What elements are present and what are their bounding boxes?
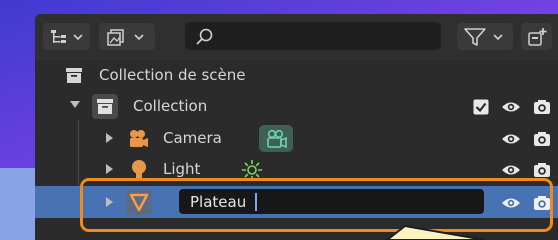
collection-icon: [97, 99, 113, 114]
light-row[interactable]: Light: [35, 154, 558, 185]
camera-row[interactable]: Camera: [35, 123, 558, 154]
eye-icon[interactable]: [500, 194, 522, 212]
new-collection-button[interactable]: [521, 23, 552, 50]
callout-bubble: [385, 224, 486, 240]
camera-render-icon[interactable]: [532, 130, 552, 148]
scene-collection-row[interactable]: Collection de scène: [35, 60, 558, 91]
search-input[interactable]: [223, 25, 437, 49]
light-toggles: [500, 159, 552, 181]
plateau-row[interactable]: Plateau: [35, 186, 558, 218]
filter-funnel-icon: [464, 27, 503, 46]
outliner-panel: Collection de scène Collection Camera Li…: [35, 14, 558, 240]
rename-input-text[interactable]: Plateau: [190, 193, 246, 211]
camera-data-icon: [267, 129, 287, 149]
search-field[interactable]: [185, 22, 441, 50]
filter-view-dropdown[interactable]: [99, 23, 155, 50]
camera-toggles: [500, 128, 552, 150]
light-label: Light: [163, 160, 201, 178]
light-data-icon[interactable]: [241, 159, 263, 181]
eye-icon[interactable]: [500, 98, 522, 116]
collection-toggles: [472, 96, 552, 118]
display-mode-dropdown[interactable]: [43, 23, 90, 50]
display-mode-icon: [50, 29, 83, 43]
new-collection-icon: [527, 27, 546, 46]
search-icon: [196, 28, 213, 45]
collection-label: Collection: [133, 97, 208, 115]
collection-row[interactable]: Collection: [35, 91, 558, 122]
scene-collection-label: Collection de scène: [99, 66, 246, 84]
scene-collection-icon: [66, 68, 82, 83]
eye-icon[interactable]: [500, 161, 522, 179]
camera-render-icon[interactable]: [532, 194, 552, 212]
rename-field[interactable]: Plateau: [179, 189, 484, 214]
camera-render-icon[interactable]: [532, 98, 552, 116]
mesh-object-icon: [129, 193, 149, 212]
light-object-icon: [132, 160, 146, 178]
filter-popover-button[interactable]: [457, 23, 513, 50]
expand-light-icon[interactable]: [106, 164, 113, 174]
camera-label: Camera: [163, 129, 222, 147]
outliner-header: [35, 14, 558, 60]
checkbox-icon[interactable]: [472, 98, 490, 116]
expand-collection-icon[interactable]: [70, 101, 80, 108]
camera-render-icon[interactable]: [532, 161, 552, 179]
filter-view-icon: [107, 28, 144, 46]
expand-camera-icon[interactable]: [106, 133, 113, 143]
background-panel: [0, 168, 36, 240]
plateau-toggles: [500, 192, 552, 214]
text-caret: [255, 193, 257, 211]
eye-icon[interactable]: [500, 130, 522, 148]
camera-object-icon: [130, 130, 148, 147]
expand-plateau-icon[interactable]: [106, 197, 113, 207]
